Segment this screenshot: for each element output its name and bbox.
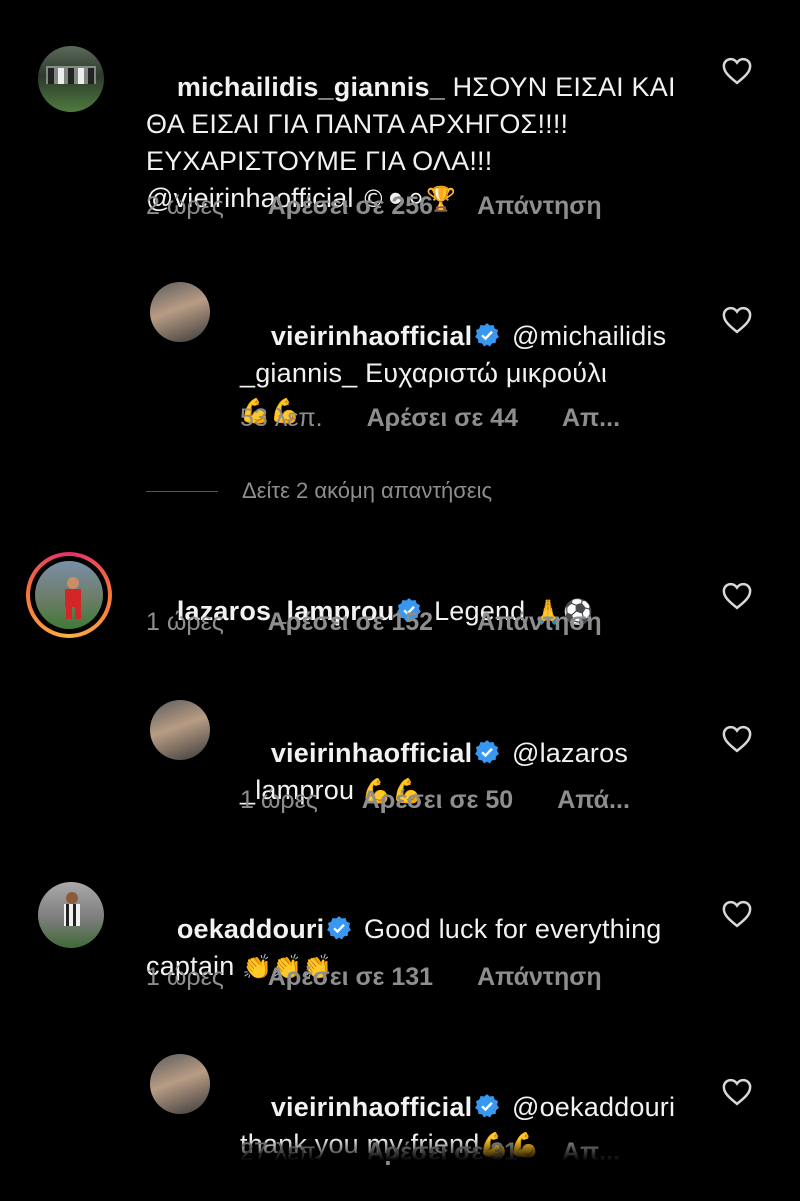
- mention-link[interactable]: @lazaros: [512, 738, 628, 768]
- heart-outline-icon[interactable]: [722, 306, 752, 334]
- avatar[interactable]: [38, 882, 104, 948]
- reply-button[interactable]: Απάντηση: [477, 608, 602, 636]
- comment-text: _giannis_ Ευχαριστώ μικρούλι: [240, 358, 608, 388]
- avatar[interactable]: [150, 282, 210, 342]
- mention-link[interactable]: @oekaddouri: [512, 1092, 675, 1122]
- avatar[interactable]: [150, 700, 210, 760]
- reply-button[interactable]: Απά...: [557, 786, 630, 814]
- likes-count-button[interactable]: Αρέσει σε 152: [268, 608, 433, 636]
- comment-username[interactable]: vieirinhaofficial: [271, 738, 472, 768]
- story-ring[interactable]: [26, 552, 112, 638]
- comment-time: 2 ώρες: [146, 192, 224, 220]
- player-photo-icon: [65, 577, 81, 619]
- view-more-replies-button[interactable]: Δείτε 2 ακόμη απαντήσεις: [146, 478, 492, 504]
- comment-time: 1 ώρες: [146, 608, 224, 636]
- likes-count-button[interactable]: Αρέσει σε 256: [268, 192, 433, 220]
- likes-count-button[interactable]: Αρέσει σε 50: [362, 786, 513, 814]
- player-photo-icon: [64, 892, 80, 926]
- divider-line: [146, 491, 218, 492]
- comment-username[interactable]: vieirinhaofficial: [271, 321, 472, 351]
- verified-badge-icon: [326, 915, 352, 941]
- mention-link[interactable]: @michailidis: [512, 321, 666, 351]
- avatar: [35, 561, 103, 629]
- comment-time: 1 ώρες: [146, 963, 224, 991]
- comment-time: 1 ώρες: [240, 786, 318, 814]
- comment-text: Good luck for everything: [364, 914, 662, 944]
- view-more-replies-label: Δείτε 2 ακόμη απαντήσεις: [242, 478, 493, 503]
- heart-outline-icon[interactable]: [722, 900, 752, 928]
- avatar[interactable]: [150, 1054, 210, 1114]
- avatar[interactable]: [38, 46, 104, 112]
- verified-badge-icon: [474, 1093, 500, 1119]
- heart-outline-icon[interactable]: [722, 582, 752, 610]
- heart-outline-icon[interactable]: [722, 1078, 752, 1106]
- likes-count-button[interactable]: Αρέσει σε 131: [268, 963, 433, 991]
- heart-outline-icon[interactable]: [722, 725, 752, 753]
- comment-username[interactable]: michailidis_giannis_: [177, 72, 445, 102]
- reply-button[interactable]: Απ...: [562, 404, 620, 432]
- reply-button[interactable]: Απάντηση: [477, 963, 602, 991]
- reply-button[interactable]: Απάντηση: [477, 192, 602, 220]
- heart-outline-icon[interactable]: [722, 57, 752, 85]
- comment-username[interactable]: vieirinhaofficial: [271, 1092, 472, 1122]
- comment-username[interactable]: oekaddouri: [177, 914, 325, 944]
- verified-badge-icon: [474, 322, 500, 348]
- bottom-fade: [0, 1139, 800, 1161]
- verified-badge-icon: [474, 739, 500, 765]
- team-photo-icon: [46, 66, 96, 84]
- comment-time: 53 λεπ.: [240, 404, 323, 432]
- likes-count-button[interactable]: Αρέσει σε 44: [367, 404, 518, 432]
